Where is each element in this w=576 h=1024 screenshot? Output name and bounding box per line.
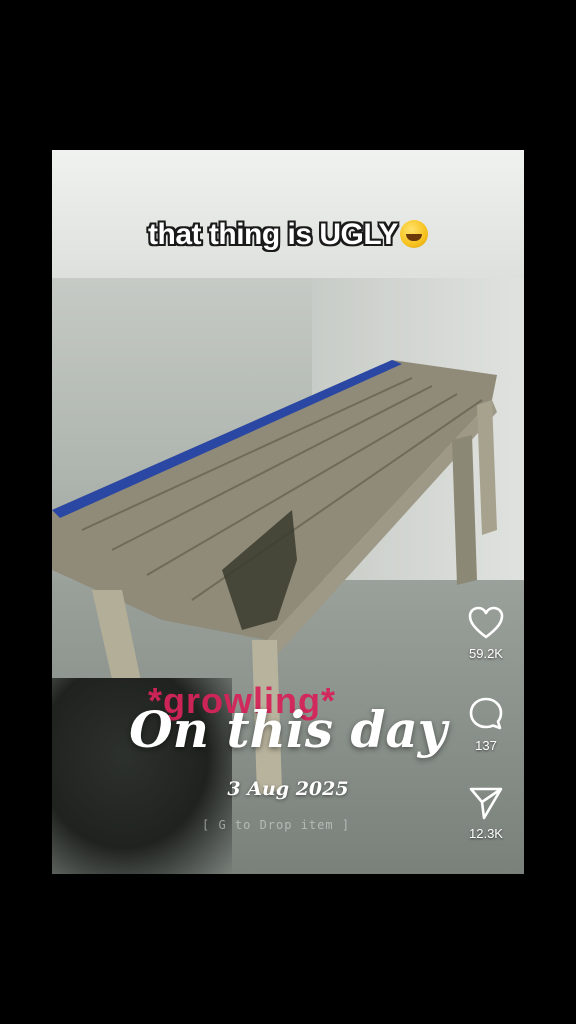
video-frame[interactable]: that thing is UGLY *growling* [ G to Dro… <box>52 150 524 874</box>
game-hint: [ G to Drop item ] <box>202 818 351 832</box>
laughing-emoji-icon <box>399 220 428 248</box>
comment-count: 137 <box>475 738 497 753</box>
heart-icon <box>468 606 504 639</box>
share-button[interactable]: 12.3K <box>456 786 516 841</box>
share-count: 12.3K <box>469 826 503 841</box>
comment-button[interactable]: 137 <box>456 696 516 753</box>
paper-plane-icon <box>469 787 503 820</box>
like-button[interactable]: 59.2K <box>456 606 516 661</box>
video-caption: that thing is UGLY <box>148 218 428 252</box>
like-count: 59.2K <box>469 646 503 661</box>
comment-bubble-icon <box>469 697 503 730</box>
